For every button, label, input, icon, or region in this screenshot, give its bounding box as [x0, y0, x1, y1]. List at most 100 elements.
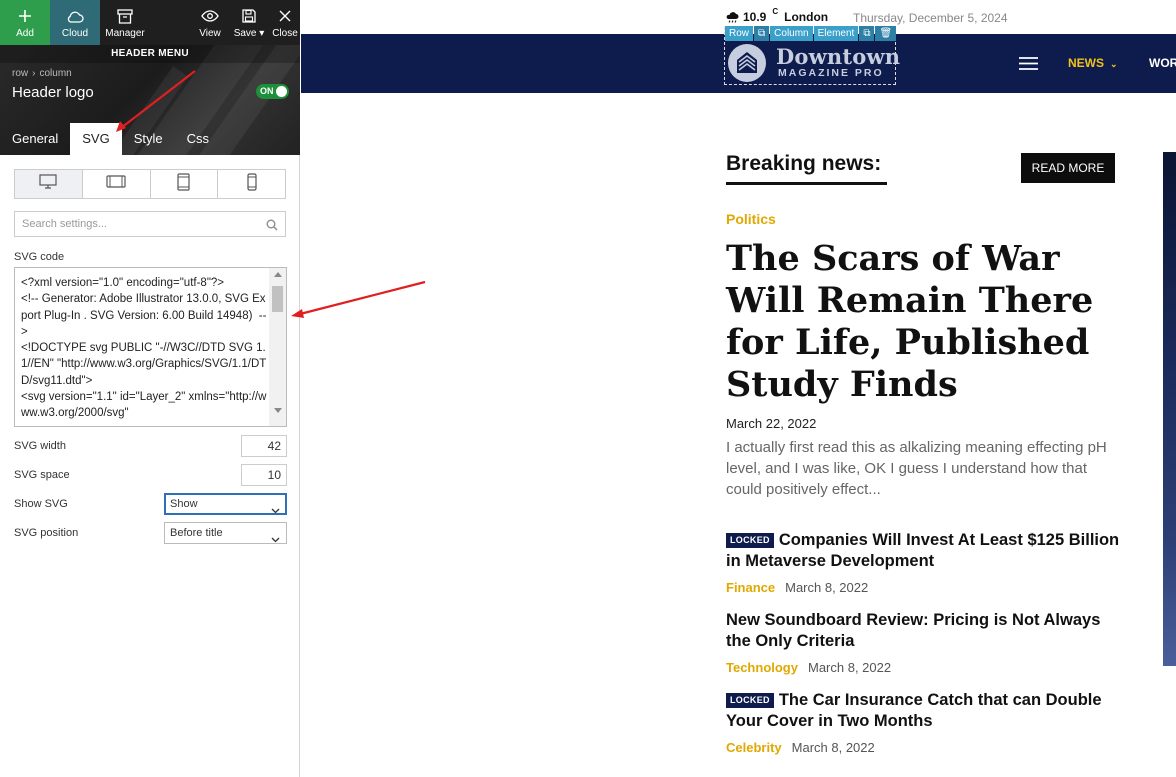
main-article-date: March 22, 2022 [726, 416, 817, 431]
article-title-text[interactable]: Companies Will Invest At Least $125 Bill… [726, 531, 1119, 570]
tab-css[interactable]: Css [175, 123, 221, 155]
breadcrumb: row › column [12, 68, 72, 79]
breaking-news-heading: Breaking news: [726, 152, 882, 175]
logo-building-icon [727, 43, 769, 88]
site-preview: 10.9 C London Thursday, December 5, 2024… [301, 0, 1176, 777]
chevron-right-icon: › [32, 68, 36, 79]
article-category[interactable]: Technology [726, 660, 798, 675]
list-item: LOCKED The Car Insurance Catch that can D… [726, 690, 1121, 755]
device-tablet-portrait[interactable] [151, 170, 219, 198]
scrollbar-thumb[interactable] [272, 286, 283, 312]
close-button[interactable]: Close [270, 0, 300, 45]
logo-subtitle: MAGAZINE PRO [778, 67, 884, 79]
article-date: March 8, 2022 [785, 580, 869, 595]
device-tablet-landscape[interactable] [83, 170, 151, 198]
heading-underline [726, 182, 887, 185]
manager-label: Manager [105, 28, 145, 39]
panel-title: HEADER MENU [0, 45, 300, 63]
article-title-text[interactable]: The Car Insurance Catch that can Double … [726, 691, 1102, 730]
svg-width-input[interactable]: 42 [241, 435, 287, 457]
eye-icon [201, 7, 219, 25]
article-meta: Technology March 8, 2022 [726, 660, 1121, 675]
article-title[interactable]: New Soundboard Review: Pricing is Not Al… [726, 610, 1121, 652]
svg-position-value: Before title [170, 527, 223, 539]
svg-code-textarea[interactable]: <?xml version="1.0" encoding="utf-8"?> <… [14, 267, 287, 427]
device-desktop[interactable] [15, 170, 83, 198]
device-switcher [14, 169, 286, 199]
close-label: Close [272, 28, 298, 39]
save-button[interactable]: Save ▾ [228, 0, 270, 45]
article-category[interactable]: Celebrity [726, 740, 782, 755]
svg-code-content[interactable]: <?xml version="1.0" encoding="utf-8"?> <… [21, 275, 267, 422]
cloud-icon [66, 7, 84, 25]
svg-code-label: SVG code [14, 251, 65, 263]
plus-icon [18, 7, 32, 25]
toggle-knob [276, 86, 287, 97]
search-input[interactable] [15, 212, 255, 236]
nav-item-world[interactable]: WOR [1149, 56, 1176, 70]
article-title[interactable]: LOCKED The Car Insurance Catch that can D… [726, 690, 1121, 732]
article-date: March 8, 2022 [791, 740, 875, 755]
caret-down-icon: ▾ [259, 28, 265, 39]
tablet-portrait-icon [177, 172, 190, 196]
cloud-label: Cloud [61, 28, 89, 39]
svg-position-select[interactable]: Before title [164, 522, 287, 544]
cloud-button[interactable]: Cloud [50, 0, 100, 45]
weather-city: London [784, 10, 829, 24]
main-article-category[interactable]: Politics [726, 211, 776, 227]
main-article-title[interactable]: The Scars of War Will Remain There for L… [726, 238, 1116, 406]
current-date: Thursday, December 5, 2024 [853, 11, 1008, 25]
scroll-down-icon[interactable] [274, 408, 282, 413]
toggle-label: ON [260, 86, 274, 96]
article-title[interactable]: LOCKED Companies Will Invest At Least $12… [726, 530, 1121, 572]
select-element-button[interactable]: Element [813, 26, 859, 41]
copy-icon[interactable]: ⧉ [754, 26, 770, 41]
article-category[interactable]: Finance [726, 580, 775, 595]
read-more-button[interactable]: READ MORE [1021, 153, 1115, 183]
breadcrumb-column[interactable]: column [39, 68, 71, 79]
locked-badge: LOCKED [726, 693, 774, 708]
add-label: Add [16, 28, 34, 39]
article-title-text[interactable]: New Soundboard Review: Pricing is Not Al… [726, 611, 1100, 650]
nav-item-news[interactable]: NEWS ⌄ [1068, 56, 1118, 70]
logo-title[interactable]: Downtown [776, 44, 900, 69]
scroll-up-icon[interactable] [274, 272, 282, 277]
tab-general[interactable]: General [0, 123, 70, 155]
manager-button[interactable]: Manager [100, 0, 150, 45]
hamburger-menu-icon[interactable] [1019, 57, 1038, 75]
save-label: Save ▾ [233, 28, 265, 39]
weather-icon [725, 10, 740, 26]
list-item: New Soundboard Review: Pricing is Not Al… [726, 610, 1121, 675]
list-item: LOCKED Companies Will Invest At Least $12… [726, 530, 1121, 595]
show-svg-select[interactable]: Show [164, 493, 287, 515]
select-column-button[interactable]: Column [770, 26, 813, 41]
tab-style[interactable]: Style [122, 123, 175, 155]
settings-search [14, 211, 286, 237]
floppy-icon [242, 7, 256, 25]
element-name: Header logo [12, 84, 94, 101]
svg-position-label: SVG position [14, 527, 79, 539]
breadcrumb-row[interactable]: row [12, 68, 28, 79]
duplicate-icon[interactable]: ⧉ [859, 26, 875, 41]
featured-image[interactable] [1163, 152, 1176, 666]
panel-header: HEADER MENU row › column Header logo ON Ge… [0, 45, 300, 155]
settings-tabs: General SVG Style Css [0, 123, 221, 155]
weather-temp: 10.9 [743, 10, 767, 24]
chevron-down-icon [271, 501, 280, 521]
search-icon [266, 218, 278, 236]
view-button[interactable]: View [192, 0, 228, 45]
element-toggle[interactable]: ON [256, 84, 289, 99]
add-button[interactable]: Add [0, 0, 50, 45]
svg-space-input[interactable]: 10 [241, 464, 287, 486]
trash-icon[interactable]: 🗑 [875, 26, 897, 41]
device-mobile[interactable] [218, 170, 285, 198]
code-scrollbar[interactable] [269, 268, 286, 426]
selection-toolbar: Row ⧉ Column Element ⧉ 🗑 [725, 26, 897, 41]
show-svg-value: Show [170, 498, 198, 510]
tab-svg[interactable]: SVG [70, 123, 122, 155]
select-row-button[interactable]: Row [725, 26, 754, 41]
manager-icon [117, 7, 133, 25]
editor-toolbar: Add Cloud Manager View Save ▾ Close [0, 0, 300, 45]
svg-width-label: SVG width [14, 440, 66, 452]
desktop-icon [39, 174, 57, 194]
